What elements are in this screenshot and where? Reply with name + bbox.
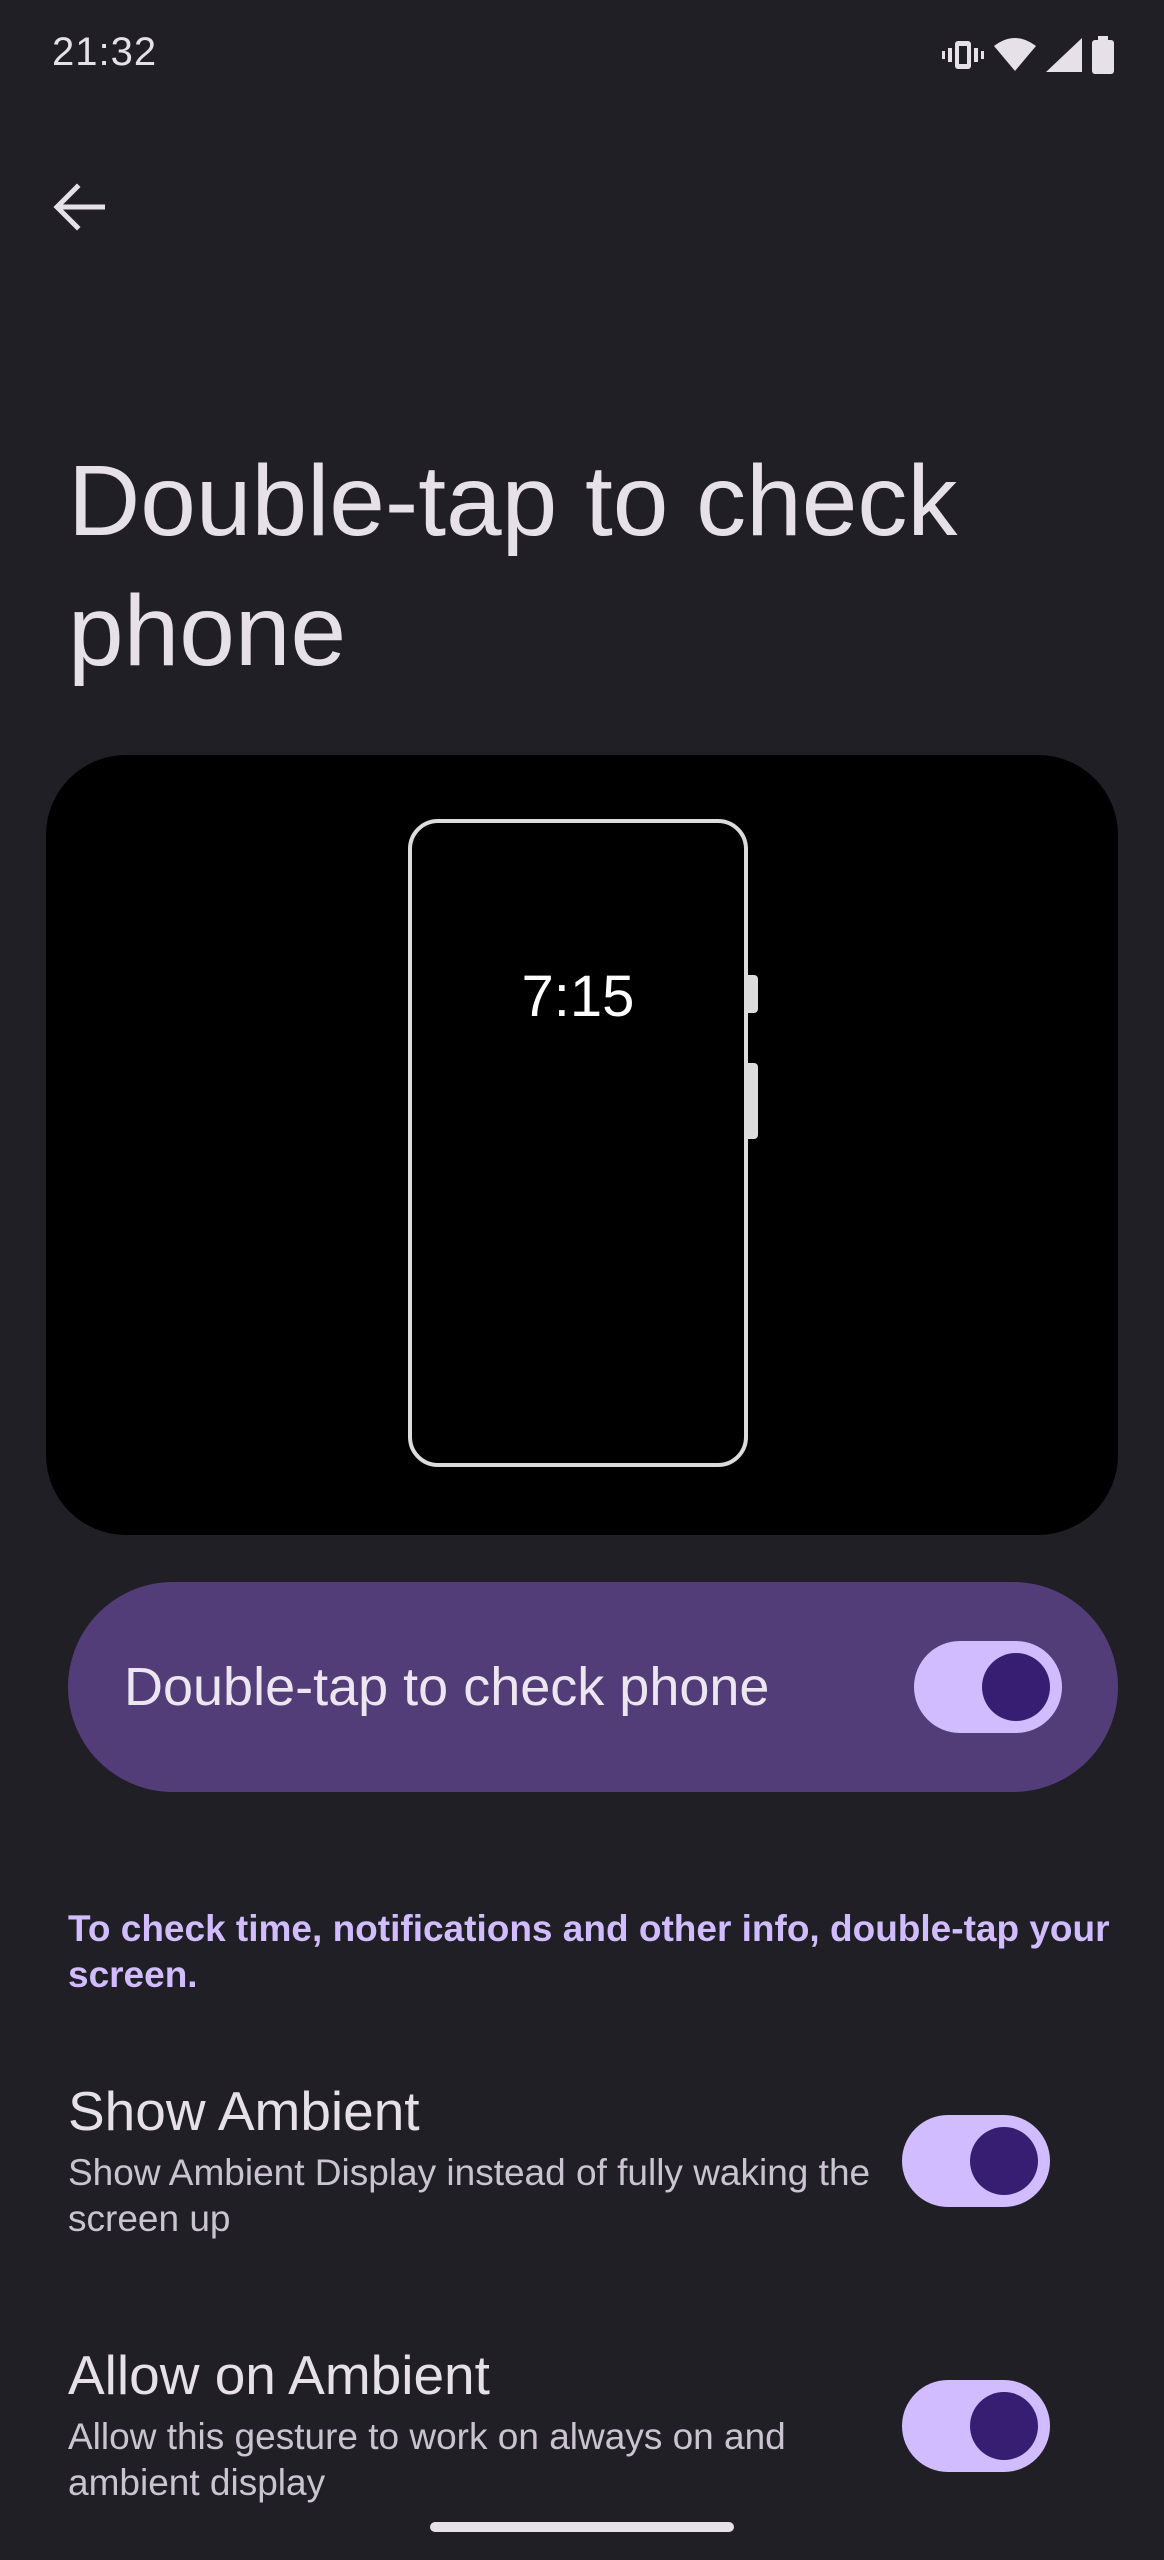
phone-volume-button [748, 1063, 758, 1139]
battery-icon [1092, 36, 1114, 79]
main-toggle-card[interactable]: Double-tap to check phone [68, 1582, 1118, 1792]
main-toggle-switch[interactable] [914, 1641, 1062, 1733]
description-text: To check time, notifications and other i… [68, 1908, 1110, 1995]
status-bar: 21:32 [0, 0, 1164, 112]
status-time: 21:32 [52, 30, 158, 74]
arrow-back-icon [53, 182, 106, 236]
phone-outline: 7:15 [408, 819, 748, 1467]
vibrate-icon [942, 38, 984, 77]
setting-summary: Show Ambient Display instead of fully wa… [68, 2152, 871, 2239]
switch-thumb [970, 2127, 1038, 2195]
wifi-icon [994, 38, 1036, 77]
switch-thumb [982, 1653, 1050, 1721]
gesture-nav-handle[interactable] [430, 2522, 734, 2532]
cell-signal-icon [1046, 38, 1082, 77]
allow-on-ambient-switch[interactable] [902, 2380, 1050, 2472]
phone-clock: 7:15 [521, 964, 635, 1029]
page-title: Double-tap to check phone [68, 445, 958, 687]
back-button[interactable] [38, 168, 120, 250]
switch-thumb [970, 2392, 1038, 2460]
show-ambient-switch[interactable] [902, 2115, 1050, 2207]
settings-screen: 21:32 Double-tap to check phone 7:15 Dou… [0, 0, 1164, 2560]
phone-power-button [748, 975, 758, 1013]
status-icons [942, 36, 1114, 79]
phone-illustration: 7:15 [46, 755, 1118, 1535]
main-toggle-label: Double-tap to check phone [124, 1657, 770, 1717]
setting-summary: Allow this gesture to work on always on … [68, 2416, 786, 2503]
